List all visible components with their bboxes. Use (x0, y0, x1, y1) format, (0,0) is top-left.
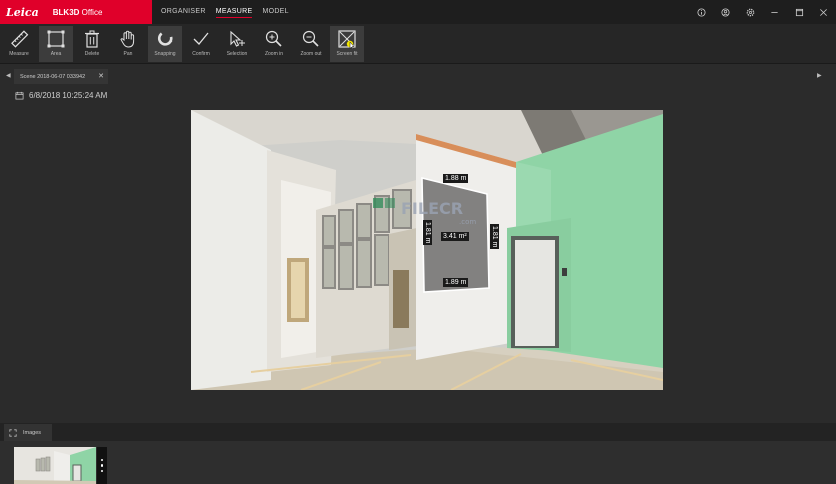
cursor-icon (230, 30, 245, 47)
confirm-label: Confirm (192, 51, 210, 57)
snapping-tool[interactable]: Snapping (148, 26, 182, 62)
minimize-icon[interactable] (763, 0, 788, 24)
watermark-main: FILECR (401, 199, 463, 218)
scene-thumbnail[interactable] (14, 447, 96, 484)
measure-label: Measure (9, 51, 29, 57)
app-name: BLK3D (52, 7, 80, 17)
delete-tool[interactable]: Delete (75, 26, 109, 62)
screen-fit-tool[interactable]: Screen fit (330, 26, 364, 62)
brand-area: Leica BLK3D Office (0, 0, 152, 24)
close-icon[interactable] (812, 0, 836, 24)
window-controls (689, 0, 836, 24)
measure-left-label: 1.81 m (423, 220, 432, 246)
images-panel: Images (0, 423, 836, 484)
app-suffix: Office (81, 7, 103, 17)
thumbnail-more-icon[interactable] (97, 447, 107, 484)
scene-tab-label: Scene 2018-06-07 033942 (20, 73, 86, 80)
zoom-out-icon (302, 30, 319, 47)
app-title: BLK3D Office (53, 8, 103, 17)
measure-right-label: 1.81 m (490, 224, 499, 250)
zoom-in-label: Zoom in (264, 51, 284, 57)
tab-measure[interactable]: MEASURE (211, 0, 258, 24)
images-tab-label: Images (23, 429, 42, 436)
measure-tool[interactable]: Measure (2, 26, 36, 62)
zoom-in-icon (265, 30, 282, 47)
measure-top-label: 1.88 m (443, 174, 469, 183)
checkmark-icon (193, 32, 209, 45)
close-scene-icon[interactable]: ✕ (98, 72, 104, 80)
selection-tool[interactable]: Selection (220, 26, 254, 62)
area-tool[interactable]: Area (39, 26, 73, 62)
info-icon[interactable] (689, 0, 714, 24)
scene-tab-row: ◀ Scene 2018-06-07 033942 ✕ ▶ (0, 68, 836, 86)
zoom-out-label: Zoom out (300, 51, 322, 57)
date-text: 6/8/2018 10:25:24 AM (29, 91, 108, 100)
snapping-label: Snapping (154, 51, 176, 57)
leica-logo: Leica (6, 5, 39, 19)
scene-date: 6/8/2018 10:25:24 AM (15, 91, 107, 100)
images-tab[interactable]: Images (4, 424, 52, 441)
watermark-sub: .com (459, 218, 476, 226)
scene-tab[interactable]: Scene 2018-06-07 033942 ✕ (14, 69, 108, 84)
zoom-in-tool[interactable]: Zoom in (257, 26, 291, 62)
zoom-out-tool[interactable]: Zoom out (294, 26, 328, 62)
ruler-icon (11, 30, 29, 48)
scroll-right-icon[interactable]: ▶ (817, 72, 822, 79)
expand-icon (9, 428, 17, 437)
measure-area-label: 3.41 m² (441, 232, 469, 241)
maximize-icon[interactable] (787, 0, 812, 24)
scene-photo-viewport[interactable]: FILECR .com 1.88 m 1.81 m 3.41 m² 1.81 m… (191, 110, 663, 390)
area-label: Area (50, 51, 62, 57)
user-icon[interactable] (714, 0, 739, 24)
pan-label: Pan (123, 51, 133, 57)
selection-label: Selection (226, 51, 248, 57)
hand-icon (120, 30, 135, 48)
calendar-icon (15, 91, 24, 100)
room-photo: FILECR .com (191, 110, 663, 390)
delete-label: Delete (84, 51, 100, 57)
area-icon (47, 30, 65, 48)
tab-model[interactable]: MODEL (257, 0, 293, 24)
title-bar: Leica BLK3D Office ORGANISER MEASURE MOD… (0, 0, 836, 24)
main-nav: ORGANISER MEASURE MODEL (156, 0, 294, 24)
tab-organiser[interactable]: ORGANISER (156, 0, 211, 24)
scroll-left-icon[interactable]: ◀ (6, 72, 11, 79)
screen-fit-icon (338, 30, 356, 49)
thumbnail-strip (0, 441, 836, 484)
settings-icon[interactable] (738, 0, 763, 24)
pan-tool[interactable]: Pan (111, 26, 145, 62)
measure-bottom-label: 1.89 m (443, 278, 469, 287)
confirm-tool[interactable]: Confirm (184, 26, 218, 62)
magnet-icon (157, 32, 173, 46)
thumbnail-image (14, 447, 96, 484)
measure-toolbar: Measure Area Delete Pan Snapping Confirm… (0, 24, 836, 64)
trash-icon (85, 30, 99, 48)
screen-fit-label: Screen fit (336, 51, 358, 57)
